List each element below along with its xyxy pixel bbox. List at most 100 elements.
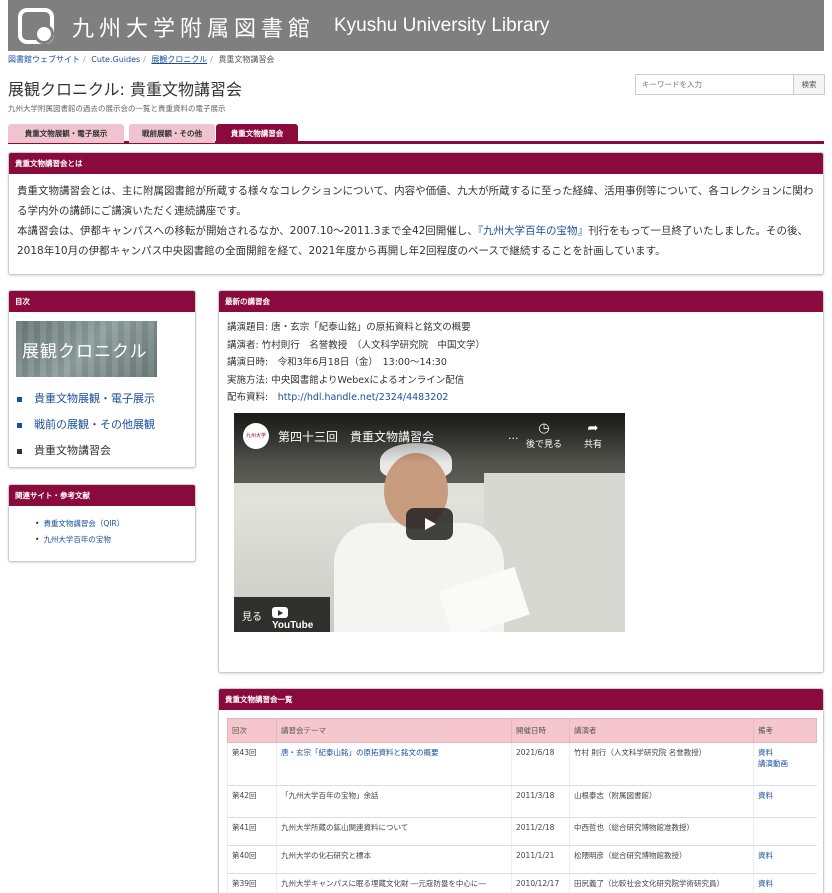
col-date: 開催日時 <box>511 718 570 743</box>
related-list: 貴重文物講習会（QIR） 九州大学百年の宝物 <box>9 506 195 548</box>
cell-speaker: 松隈明彦（総合研究博物館教授） <box>569 845 754 874</box>
col-speaker: 講演者 <box>569 718 754 743</box>
table-row: 第41回 九州大学所蔵の鉱山関連資料について 2011/2/18 中西哲也（総合… <box>227 817 817 846</box>
cell-theme: 唐・玄宗「紀泰山銘」の原拓資料と銘文の概要 <box>276 742 512 786</box>
related-item[interactable]: 貴重文物講習会（QIR） <box>35 516 195 532</box>
toc-item-lectures: 貴重文物講習会 <box>17 438 195 464</box>
page-title: 展観クロニクル: 貴重文物講習会 <box>8 80 242 99</box>
related-panel: 関連サイト・参考文献 貴重文物講習会（QIR） 九州大学百年の宝物 <box>8 484 196 562</box>
video-link[interactable]: 講演動画 <box>758 759 788 768</box>
watch-later-label: 後で見る <box>525 440 562 450</box>
lecture-table: 回次 講習会テーマ 開催日時 講演者 備考 第43回 唐・玄宗「紀泰山銘」の原拓… <box>227 718 817 893</box>
toc-label-lectures: 貴重文物講習会 <box>34 444 111 457</box>
lecture-datetime: 講演日時: 令和3年6月18日（金） 13:00～14:30 <box>227 357 447 368</box>
about-heading: 貴重文物講習会とは <box>9 153 823 174</box>
toc-heading: 目次 <box>9 291 195 312</box>
cell-no: 第42回 <box>227 785 277 818</box>
page-description: 九州大学附属図書館の過去の展示会の一覧と貴重資料の電子展示 <box>8 104 226 113</box>
toc-link-prewar[interactable]: 戦前の展観・その他展観 <box>34 412 155 438</box>
latest-heading: 最新の講習会 <box>219 291 823 312</box>
toc-list: 貴重文物展観・電子展示 戦前の展観・その他展観 貴重文物講習会 <box>9 377 195 464</box>
material-link[interactable]: 資料 <box>758 791 773 800</box>
material-label: 配布資料: <box>227 392 269 403</box>
lecture-speaker: 講演者: 竹村則行 名誉教授 （人文科学研究院 中国文学） <box>227 339 485 351</box>
material-link[interactable]: http://hdl.handle.net/2324/4483202 <box>278 392 449 403</box>
watch-on-label: 見る <box>242 612 262 623</box>
toc-item-exhibitions[interactable]: 貴重文物展観・電子展示 <box>17 386 195 412</box>
latest-details: 講演題目: 唐・玄宗「紀泰山銘」の原拓資料と銘文の概要 講演者: 竹村則行 名誉… <box>219 312 823 414</box>
material-link[interactable]: 資料 <box>758 879 773 888</box>
col-no: 回次 <box>227 718 277 743</box>
chronicle-banner-image[interactable]: 展観クロニクル <box>16 321 157 377</box>
col-note: 備考 <box>753 718 817 743</box>
lecture-topic: 講演題目: 唐・玄宗「紀泰山銘」の原拓資料と銘文の概要 <box>227 322 471 333</box>
cell-speaker: 中西哲也（総合研究博物館准教授） <box>569 817 754 846</box>
cell-no: 第40回 <box>227 845 277 874</box>
cell-no: 第39回 <box>227 873 277 893</box>
play-button-icon[interactable] <box>406 508 453 540</box>
bullet-icon <box>17 396 22 402</box>
toc-item-prewar[interactable]: 戦前の展観・その他展観 <box>17 412 195 438</box>
site-banner[interactable]: 九州大学附属図書館 Kyushu University Library <box>8 0 824 51</box>
chronicle-banner-text: 展観クロニクル <box>22 342 148 362</box>
cell-theme: 九州大学所蔵の鉱山関連資料について <box>276 817 512 846</box>
cell-note: 資料 <box>753 785 817 818</box>
bullet-icon <box>17 448 22 454</box>
lecture-material: 配布資料: http://hdl.handle.net/2324/4483202 <box>227 389 815 407</box>
toc-link-exhibitions[interactable]: 貴重文物展観・電子展示 <box>34 386 155 412</box>
watch-on-youtube-button[interactable]: 見る YouTube <box>234 597 330 632</box>
cell-speaker: 竹村 則行（人文科学研究院 名誉教授） <box>569 742 754 786</box>
guide-tabs: 貴重文物展観・電子展示 戦前展観・その他 貴重文物講習会 <box>8 124 824 144</box>
cell-note: 資料 <box>753 845 817 874</box>
about-text: 貴重文物講習会とは、主に附属図書館が所蔵する様々なコレクションについて、内容や価… <box>9 174 823 268</box>
search-input[interactable] <box>636 75 793 94</box>
about-paragraph-2a: 本講習会は、伊都キャンパスへの移転が開始されるなか、2007.10～2011.3… <box>17 225 478 237</box>
cell-no: 第41回 <box>227 817 277 846</box>
breadcrumb-library-site[interactable]: 図書館ウェブサイト <box>8 55 80 64</box>
related-item[interactable]: 九州大学百年の宝物 <box>35 532 195 548</box>
material-link[interactable]: 資料 <box>758 748 773 757</box>
cell-speaker: 田尻義了（比較社会文化研究院学術研究員） <box>569 873 754 893</box>
video-more-icon[interactable]: ... <box>508 429 519 442</box>
table-row: 第40回 九州大学の化石研究と標本 2011/1/21 松隈明彦（総合研究博物館… <box>227 845 817 874</box>
channel-logo-icon[interactable]: 九州大学 <box>243 423 269 449</box>
watch-later-button[interactable]: ◷ 後で見る <box>524 421 564 450</box>
cell-note <box>753 817 817 846</box>
banner-title-jp: 九州大学附属図書館 <box>72 17 316 42</box>
youtube-logo: YouTube <box>272 607 330 631</box>
share-button[interactable]: ➦ 共有 <box>577 421 609 450</box>
related-heading: 関連サイト・参考文献 <box>9 485 195 506</box>
breadcrumb-chronicle[interactable]: 展観クロニクル <box>151 55 207 64</box>
lecture-method: 実施方法: 中央図書館よりWebexによるオンライン配信 <box>227 374 465 386</box>
col-theme: 講習会テーマ <box>276 718 512 743</box>
breadcrumb-current: 貴重文物講習会 <box>218 55 275 64</box>
search-form: 検索 <box>635 74 825 95</box>
cell-speaker: 山根泰志（附属図書館） <box>569 785 754 818</box>
youtube-play-icon <box>272 607 288 618</box>
search-button[interactable]: 検索 <box>793 75 824 94</box>
clock-icon: ◷ <box>538 421 550 436</box>
cell-date: 2011/2/18 <box>511 817 570 846</box>
table-row: 第39回 九州大学キャンパスに眠る埋蔵文化財 ―元寇防塁を中心に― 2010/1… <box>227 873 817 893</box>
cell-date: 2021/6/18 <box>511 742 570 786</box>
treasures-book-link[interactable]: 『九州大学百年の宝物』 <box>478 225 588 237</box>
tab-exhibitions[interactable]: 貴重文物展観・電子展示 <box>8 124 124 143</box>
bullet-icon <box>17 422 22 428</box>
video-title[interactable]: 第四十三回 貴重文物講習会 <box>278 428 434 445</box>
breadcrumb-cute-guides[interactable]: Cute.Guides <box>91 55 140 64</box>
cell-theme: 「九州大学百年の宝物」余話 <box>276 785 512 818</box>
related-link-treasures[interactable]: 九州大学百年の宝物 <box>43 535 111 544</box>
about-panel: 貴重文物講習会とは 貴重文物講習会とは、主に附属図書館が所蔵する様々なコレクショ… <box>8 152 824 275</box>
cell-note: 資料 講演動画 <box>753 742 817 786</box>
tab-prewar[interactable]: 戦前展観・その他 <box>129 124 215 143</box>
youtube-video-embed[interactable]: 九州大学 第四十三回 貴重文物講習会 ... ◷ 後で見る ➦ 共有 見る YouT… <box>234 413 625 632</box>
cell-theme: 九州大学の化石研究と標本 <box>276 845 512 874</box>
related-link-qir[interactable]: 貴重文物講習会（QIR） <box>43 519 124 528</box>
tab-lectures[interactable]: 貴重文物講習会 <box>216 124 298 143</box>
cell-note: 資料 <box>753 873 817 893</box>
share-icon: ➦ <box>587 421 599 436</box>
cell-date: 2010/12/17 <box>511 873 570 893</box>
material-link[interactable]: 資料 <box>758 851 773 860</box>
table-row: 第42回 「九州大学百年の宝物」余話 2011/3/18 山根泰志（附属図書館）… <box>227 785 817 818</box>
theme-link[interactable]: 唐・玄宗「紀泰山銘」の原拓資料と銘文の概要 <box>281 748 439 757</box>
